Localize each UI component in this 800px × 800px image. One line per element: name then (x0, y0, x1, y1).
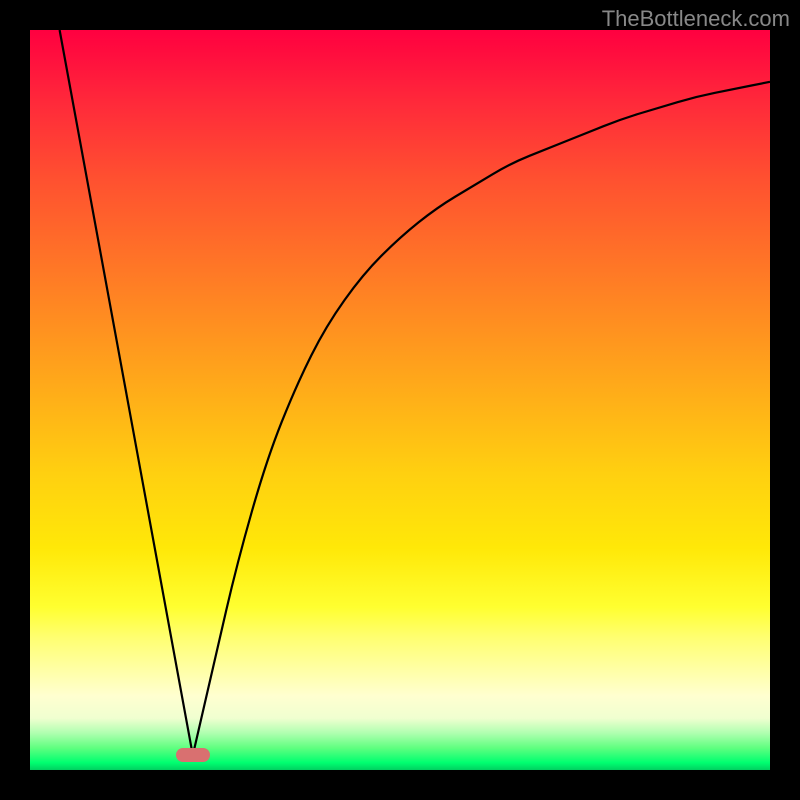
plot-area (30, 30, 770, 770)
chart-container: TheBottleneck.com (0, 0, 800, 800)
bottleneck-curve (30, 30, 770, 770)
optimal-marker (176, 748, 210, 762)
watermark-text: TheBottleneck.com (602, 6, 790, 32)
curve-path (60, 30, 770, 755)
